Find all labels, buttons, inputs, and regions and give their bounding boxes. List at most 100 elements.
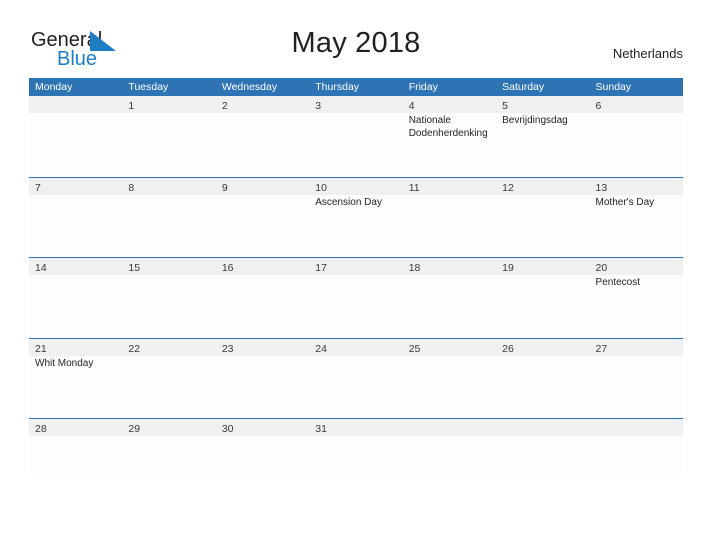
- day-cell[interactable]: 10 Ascension Day: [309, 177, 403, 258]
- week-row: 21 Whit Monday 22 23 24 25 26 27: [29, 337, 683, 419]
- day-number: 25: [408, 342, 421, 355]
- day-number: 5: [502, 100, 508, 112]
- weekday-header-row: Monday Tuesday Wednesday Thursday Friday…: [29, 78, 683, 96]
- weekday-friday: Friday: [408, 81, 438, 93]
- page-header: General Blue May 2018 Netherlands: [0, 0, 712, 76]
- day-number: 30: [221, 423, 234, 435]
- page-title: May 2018: [291, 27, 421, 59]
- day-number: 7: [35, 181, 41, 194]
- day-cell[interactable]: [402, 419, 497, 473]
- day-cell[interactable]: 19: [496, 258, 590, 338]
- day-cell[interactable]: 3: [309, 96, 403, 177]
- day-cell[interactable]: 2: [215, 96, 310, 177]
- day-cell[interactable]: 27: [589, 338, 683, 419]
- day-body: [216, 436, 309, 438]
- day-cell[interactable]: 28: [29, 419, 123, 473]
- day-body: [309, 436, 402, 438]
- day-cell[interactable]: 9: [215, 177, 310, 258]
- day-number-strip: [589, 419, 683, 436]
- day-cell[interactable]: 14: [29, 258, 123, 338]
- day-body: [496, 275, 589, 277]
- day-event: Nationale Dodenherdenking: [408, 115, 488, 139]
- day-cell[interactable]: 5 Bevrijdingsdag: [496, 96, 590, 177]
- day-number-strip: 10: [309, 177, 403, 195]
- day-event: Ascension Day: [315, 196, 382, 208]
- day-cell[interactable]: 26: [496, 338, 590, 419]
- calendar-grid: Monday Tuesday Wednesday Thursday Friday…: [29, 78, 683, 473]
- weekday-tuesday: Tuesday: [128, 81, 169, 93]
- day-cell[interactable]: 31: [309, 419, 403, 473]
- day-body: [29, 436, 122, 438]
- day-body: [590, 436, 683, 438]
- day-number-strip: 15: [122, 258, 216, 275]
- day-number: 9: [221, 181, 228, 194]
- day-number: 14: [35, 262, 47, 274]
- day-number: 3: [315, 100, 322, 112]
- day-number-strip: 8: [122, 177, 216, 195]
- day-number-strip: [29, 96, 123, 113]
- week-row: 28 29 30 31: [29, 418, 683, 473]
- day-cell[interactable]: 17: [309, 258, 403, 338]
- day-number-strip: 22: [122, 338, 216, 356]
- day-cell[interactable]: 25: [402, 338, 497, 419]
- day-body: [216, 113, 309, 115]
- day-number: 4: [408, 100, 415, 112]
- day-cell[interactable]: [589, 419, 683, 473]
- day-cell[interactable]: 30: [215, 419, 310, 473]
- day-number: 2: [221, 100, 228, 112]
- country-label: Netherlands: [612, 46, 683, 61]
- day-number-strip: 31: [309, 419, 403, 436]
- week-row: 14 15 16 17 18 19 20 Pentecost: [29, 257, 683, 338]
- day-body: [122, 275, 215, 277]
- day-cell[interactable]: 16: [215, 258, 310, 338]
- day-number: 8: [128, 181, 135, 194]
- day-body: [216, 195, 309, 197]
- day-number-strip: 7: [29, 177, 123, 195]
- day-cell[interactable]: 21 Whit Monday: [29, 338, 123, 419]
- day-body: [309, 275, 402, 277]
- day-number: 31: [315, 423, 327, 435]
- day-number: 26: [502, 342, 514, 355]
- day-number-strip: 29: [122, 419, 216, 436]
- day-number-strip: 23: [215, 338, 310, 356]
- day-body: [309, 113, 402, 115]
- day-cell[interactable]: 18: [402, 258, 497, 338]
- day-cell[interactable]: 15: [122, 258, 216, 338]
- day-cell[interactable]: [29, 96, 123, 177]
- weekday-wednesday: Wednesday: [221, 81, 278, 93]
- day-cell[interactable]: 29: [122, 419, 216, 473]
- day-number-strip: 17: [309, 258, 403, 275]
- day-body: [122, 195, 215, 197]
- weekday-monday: Monday: [35, 81, 73, 93]
- day-body: [496, 436, 589, 438]
- day-cell[interactable]: 4 Nationale Dodenherdenking: [402, 96, 497, 177]
- day-body: Nationale Dodenherdenking: [403, 113, 496, 140]
- day-cell[interactable]: 7: [29, 177, 123, 258]
- day-cell[interactable]: 12: [496, 177, 590, 258]
- day-number: 19: [502, 262, 514, 274]
- day-number-strip: 5: [496, 96, 590, 113]
- day-cell[interactable]: 22: [122, 338, 216, 419]
- day-cell[interactable]: 20 Pentecost: [589, 258, 683, 338]
- week-row: 1 2 3 4 Nationale Dodenherdenking 5 Bevr…: [29, 96, 683, 177]
- day-number: 16: [221, 262, 234, 274]
- day-number: 6: [595, 100, 602, 112]
- day-cell[interactable]: 23: [215, 338, 310, 419]
- day-number-strip: 16: [215, 258, 310, 275]
- day-number: 20: [595, 262, 608, 274]
- day-number: 28: [35, 423, 47, 435]
- day-cell[interactable]: 6: [589, 96, 683, 177]
- day-number-strip: 26: [496, 338, 590, 356]
- week-row: 7 8 9 10 Ascension Day 11 12 13 Mother's…: [29, 176, 683, 258]
- day-number-strip: 24: [309, 338, 403, 356]
- day-cell[interactable]: 24: [309, 338, 403, 419]
- day-cell[interactable]: [496, 419, 590, 473]
- day-cell[interactable]: 13 Mother's Day: [589, 177, 683, 258]
- day-cell[interactable]: 1: [122, 96, 216, 177]
- day-number-strip: 4: [402, 96, 497, 113]
- day-number: 1: [128, 100, 135, 112]
- day-number-strip: 12: [496, 177, 590, 195]
- day-cell[interactable]: 11: [402, 177, 497, 258]
- day-body: [216, 275, 309, 277]
- day-cell[interactable]: 8: [122, 177, 216, 258]
